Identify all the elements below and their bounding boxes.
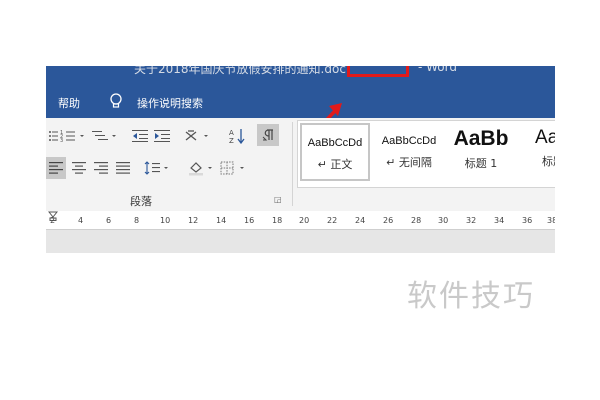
styles-gallery: AaBbCcDd ↵ 正文 AaBbCcDd ↵ 无间隔 AaBb 标题 1 A…	[297, 120, 555, 188]
show-formatting-marks-button[interactable]	[257, 124, 279, 146]
style-name: 标题	[542, 155, 555, 168]
style-no-spacing[interactable]: AaBbCcDd ↵ 无间隔	[374, 123, 444, 181]
ruler-number: 36	[522, 216, 533, 225]
numbering-button[interactable]: 123	[60, 126, 88, 146]
compat-mode-highlight	[347, 66, 409, 77]
style-heading-1[interactable]: AaBb 标题 1	[446, 123, 516, 181]
ruler-number: 16	[244, 216, 255, 225]
style-normal[interactable]: AaBbCcDd ↵ 正文	[300, 123, 370, 181]
ribbon: 123 AZ 段落 ◲ AaBbCcDd ↵ 正文 AaBbCcDd ↵ 无间隔…	[46, 118, 555, 212]
style-name: 标题 1	[464, 157, 498, 170]
document-title: 关于2018年国庆节放假安排的通知.doc	[134, 66, 346, 76]
watermark: 软件技巧	[407, 279, 535, 314]
ruler-number: 8	[134, 216, 140, 225]
paragraph-group-label: 段落	[130, 195, 152, 208]
svg-text:A: A	[229, 129, 234, 137]
tab-help[interactable]: 帮助	[58, 95, 80, 111]
style-sample: AaBb	[453, 127, 509, 150]
ruler-number: 4	[78, 216, 84, 225]
ruler-number: 32	[466, 216, 477, 225]
ruler-number: 38	[547, 216, 555, 225]
style-sample: AaBbCcDd	[381, 135, 437, 147]
word-window: 关于2018年国庆节放假安排的通知.doc - Word 帮助 操作说明搜索 1…	[46, 66, 555, 253]
decrease-indent-button[interactable]	[132, 126, 148, 146]
ruler-number: 2	[50, 216, 56, 225]
dialog-launcher-icon[interactable]: ◲	[274, 195, 282, 204]
ruler-number: 28	[411, 216, 422, 225]
ruler-number: 24	[355, 216, 366, 225]
horizontal-ruler[interactable]: 2 4 6 8 10 12 14 16 18 20 22 24 26 28 30…	[46, 211, 555, 230]
style-name: ↵ 无间隔	[386, 156, 432, 169]
ruler-number: 22	[327, 216, 338, 225]
style-title[interactable]: AaE 标题	[518, 123, 555, 181]
align-left-button[interactable]	[46, 157, 66, 179]
justify-button[interactable]	[114, 158, 132, 178]
ruler-number: 34	[494, 216, 505, 225]
ruler-number: 26	[383, 216, 394, 225]
align-right-button[interactable]	[92, 158, 110, 178]
align-center-button[interactable]	[70, 158, 88, 178]
bullets-button[interactable]	[46, 126, 58, 146]
svg-text:3: 3	[60, 138, 63, 143]
tell-me-search[interactable]: 操作说明搜索	[137, 95, 203, 111]
line-spacing-button[interactable]	[144, 158, 172, 178]
style-sample: AaE	[535, 127, 555, 148]
svg-text:Z: Z	[229, 137, 234, 144]
sort-button[interactable]: AZ	[228, 126, 246, 146]
ruler-number: 14	[216, 216, 227, 225]
borders-button[interactable]	[220, 158, 250, 178]
ruler-number: 12	[188, 216, 199, 225]
ruler-number: 30	[438, 216, 449, 225]
paragraph-group: 123 AZ 段落 ◲	[46, 118, 286, 211]
ruler-number: 20	[299, 216, 310, 225]
increase-indent-button[interactable]	[154, 126, 170, 146]
shading-button[interactable]	[188, 158, 216, 178]
ruler-number: 10	[160, 216, 171, 225]
asian-layout-button[interactable]	[184, 126, 214, 146]
style-sample: AaBbCcDd	[307, 137, 363, 149]
title-bar: 关于2018年国庆节放假安排的通知.doc - Word	[46, 66, 555, 86]
document-area[interactable]	[46, 230, 555, 253]
style-name: ↵ 正文	[317, 158, 353, 171]
app-name: - Word	[418, 66, 457, 74]
lightbulb-icon	[110, 93, 122, 108]
ruler-number: 6	[106, 216, 112, 225]
group-separator	[292, 122, 293, 206]
ruler-number: 18	[272, 216, 283, 225]
multilevel-list-button[interactable]	[92, 126, 120, 146]
ribbon-tab-bar: 帮助 操作说明搜索	[46, 86, 555, 129]
